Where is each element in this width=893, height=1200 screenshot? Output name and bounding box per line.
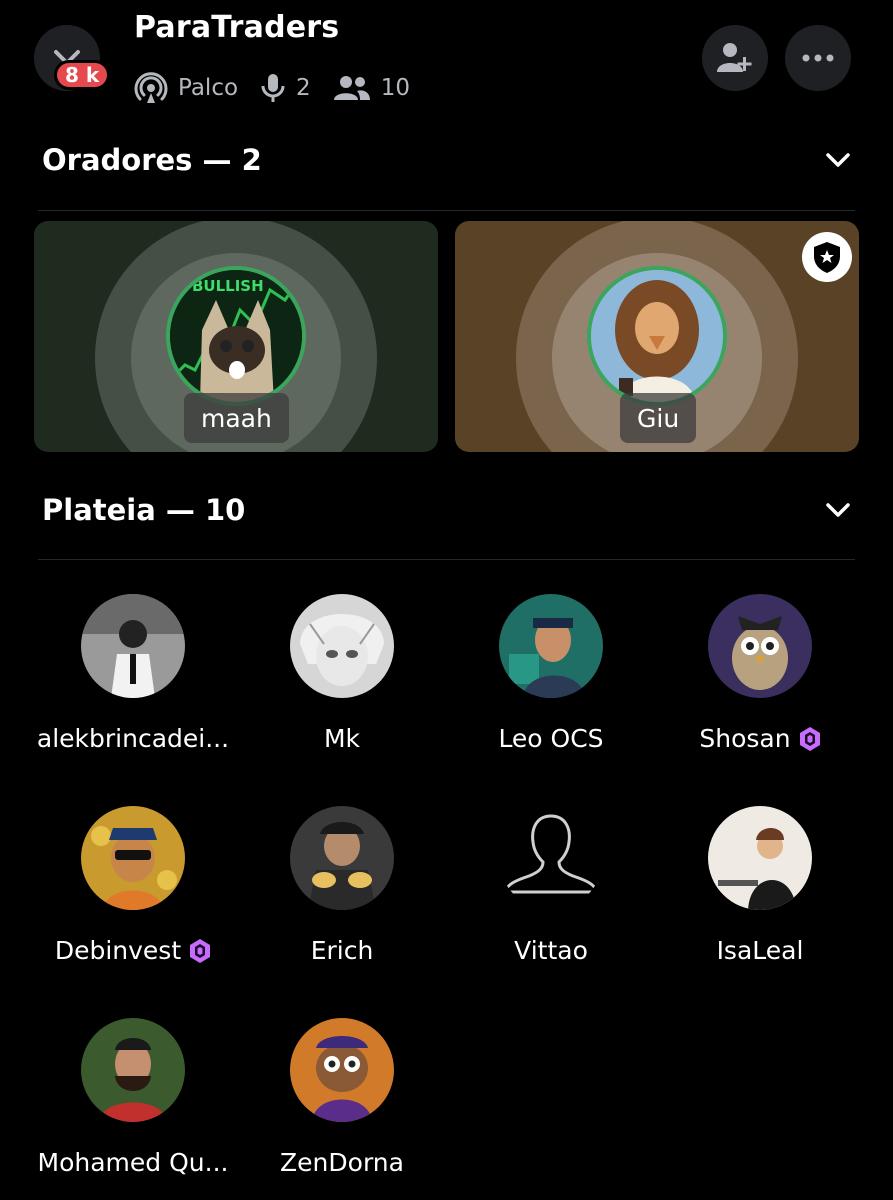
man-avatar-icon	[81, 1018, 185, 1122]
member-name: IsaLeal	[716, 936, 804, 965]
chevron-down-icon	[826, 153, 850, 167]
speakers-section-header[interactable]: Oradores — 2	[42, 140, 851, 180]
shield-star-icon	[814, 242, 840, 273]
audience-member[interactable]: IsaLeal	[655, 806, 865, 986]
photo-avatar-icon	[290, 806, 394, 910]
audience-section-header[interactable]: Plateia — 10	[42, 490, 851, 530]
audience-member[interactable]: alekbrincadei...	[28, 594, 238, 774]
nitro-gem-icon	[799, 726, 820, 751]
moderator-badge	[802, 232, 852, 282]
speaker-name: Giu	[620, 393, 697, 443]
more-icon	[802, 54, 834, 62]
channel-meta: Palco 2 10	[134, 70, 422, 106]
silhouette-avatar-icon	[499, 806, 603, 910]
notification-badge: 8 k	[54, 60, 111, 90]
member-name: alekbrincadei...	[36, 724, 230, 753]
member-name: Debinvest	[55, 936, 211, 965]
add-person-icon	[717, 43, 752, 72]
member-name: Leo OCS	[498, 724, 604, 753]
listener-count: 10	[380, 75, 410, 101]
speaker-name: maah	[184, 393, 289, 443]
divider	[38, 210, 855, 211]
speakers-section-title: Oradores — 2	[42, 143, 262, 177]
audience-member[interactable]: Leo OCS	[446, 594, 656, 774]
nitro-gem-icon	[190, 938, 211, 963]
woman-laptop-avatar-icon	[708, 806, 812, 910]
girl-avatar-icon	[591, 270, 723, 402]
microphone-icon	[261, 74, 285, 102]
audience-member[interactable]: Mk	[237, 594, 447, 774]
man-avatar-icon	[499, 594, 603, 698]
audience-member[interactable]: Mohamed Qu...	[28, 1018, 238, 1198]
member-name: Erich	[310, 936, 374, 965]
people-icon	[333, 76, 370, 100]
anime-avatar-icon	[290, 594, 394, 698]
audience-member[interactable]: ZenDorna	[237, 1018, 447, 1198]
audience-member[interactable]: Shosan	[655, 594, 865, 774]
member-name: Vittao	[514, 936, 588, 965]
owl-avatar-icon	[708, 594, 812, 698]
photo-avatar-icon	[81, 594, 185, 698]
member-name: Mohamed Qu...	[37, 1148, 229, 1177]
member-name: Mk	[323, 724, 361, 753]
chevron-down-icon	[826, 503, 850, 517]
audience-section-title: Plateia — 10	[42, 493, 246, 527]
owl-lakers-avatar-icon	[290, 1018, 394, 1122]
stage-label: Palco	[178, 75, 239, 101]
invite-button[interactable]	[702, 25, 768, 91]
cartoon-avatar-icon	[81, 806, 185, 910]
channel-title: ParaTraders	[134, 10, 340, 45]
audience-member[interactable]: Erich	[237, 806, 447, 986]
member-name: Shosan	[699, 724, 820, 753]
divider	[38, 559, 855, 560]
speaker-avatar: BULLISH	[166, 266, 306, 406]
more-options-button[interactable]	[785, 25, 851, 91]
audience-member[interactable]: Debinvest	[28, 806, 238, 986]
cat-bullish-avatar-icon: BULLISH	[170, 270, 302, 402]
svg-text:BULLISH: BULLISH	[192, 277, 264, 295]
speaker-count: 2	[296, 75, 311, 101]
member-name: ZenDorna	[280, 1148, 404, 1177]
stage-channel-screen: 8 k ParaTraders Palco 2 10 Oradores — 2 …	[0, 0, 893, 1200]
audience-member[interactable]: Vittao	[446, 806, 656, 986]
speaker-avatar	[587, 266, 727, 406]
stage-icon	[134, 72, 168, 103]
